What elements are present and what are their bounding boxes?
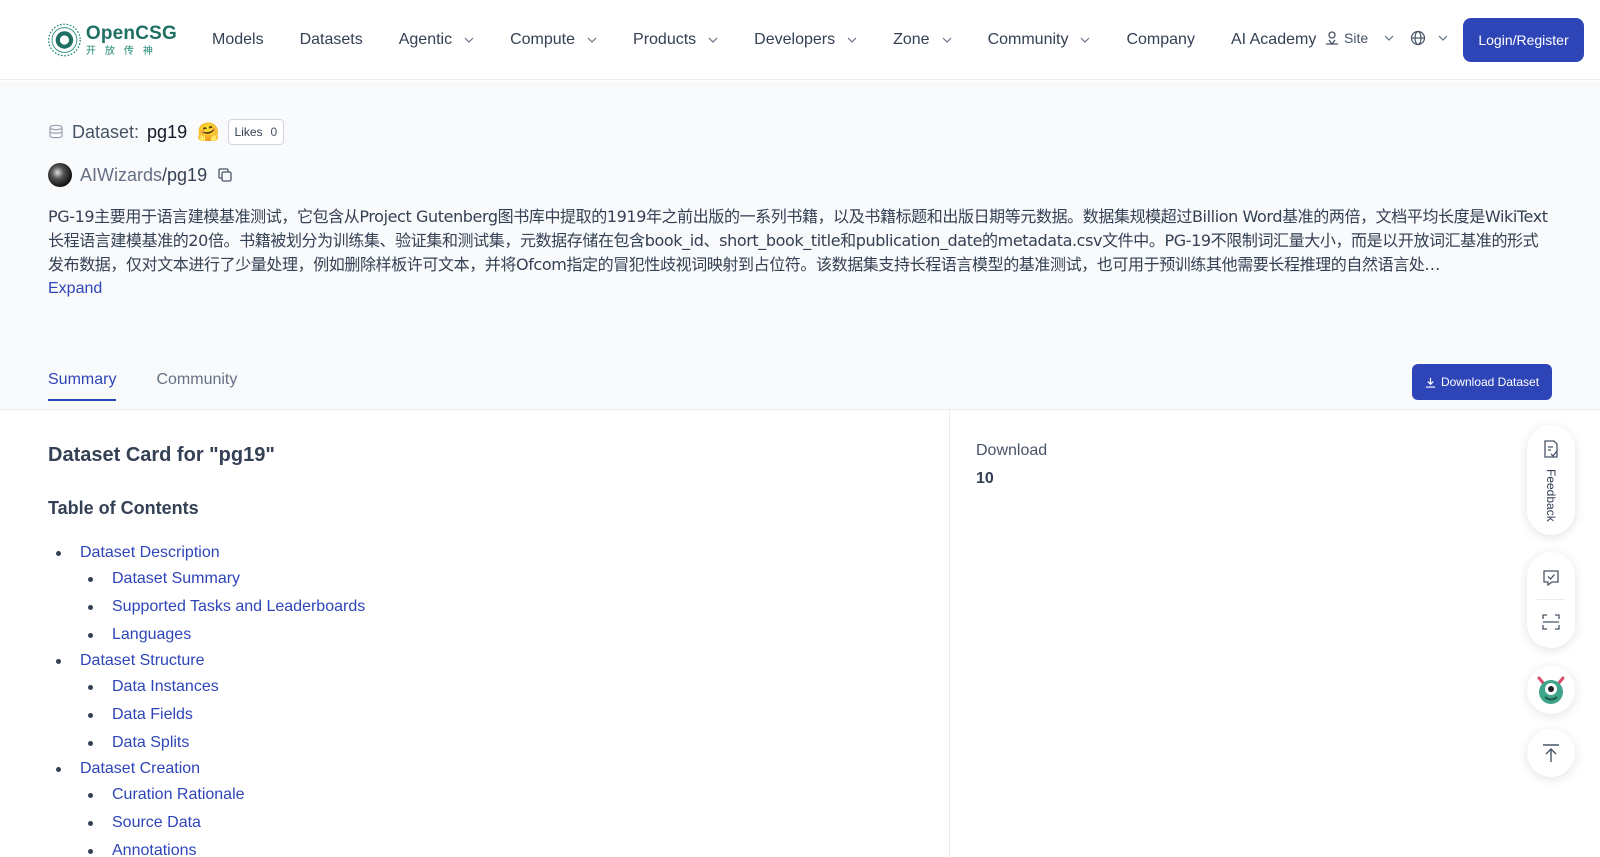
likes-label: Likes — [234, 125, 263, 139]
toc-link[interactable]: Annotations — [87, 837, 365, 857]
site-label: Site — [1344, 30, 1369, 46]
chevron-down-icon — [1384, 35, 1394, 41]
nav-item-label: AI Academy — [1230, 31, 1317, 48]
message-check-icon[interactable] — [1541, 568, 1561, 588]
download-stats: Download 10 — [976, 442, 1047, 488]
hugging-face-icon: 🤗 — [197, 121, 220, 142]
toc-link[interactable]: Data Instances — [87, 673, 365, 701]
nav-item-company[interactable]: Company — [1126, 31, 1194, 49]
nav-item-developers[interactable]: Developers — [754, 31, 857, 49]
nav-item-community[interactable]: Community — [988, 31, 1091, 49]
main-nav: Models Datasets Agentic Compute Products Deve… — [212, 0, 1352, 80]
chevron-down-icon — [1081, 37, 1090, 43]
dataset-description: PG-19主要用于语言建模基准测试，它包含从Project Gutenberg图… — [48, 207, 1548, 274]
dataset-type-label: Dataset: — [72, 121, 140, 142]
table-of-contents: Dataset Description Dataset Summary Suppor… — [55, 541, 365, 857]
toc-link[interactable]: Curation Rationale — [87, 781, 365, 809]
dataset-card: Dataset Card for "pg19" Table of Content… — [0, 410, 950, 857]
toc-link[interactable]: Languages — [87, 621, 365, 649]
nav-item-label: Agentic — [398, 31, 453, 48]
opencsg-logo[interactable]: OpenCSG 开放传神 — [47, 18, 177, 62]
nav-item-ai-academy[interactable]: AI Academy — [1231, 31, 1316, 49]
chevron-down-icon — [708, 37, 718, 43]
login-register-button[interactable]: Login/Register — [1463, 18, 1584, 62]
mascot-icon — [1537, 676, 1565, 704]
download-label: Download — [976, 442, 1048, 459]
chevron-down-icon — [464, 37, 474, 43]
owner-row: AIWizards / pg19 — [48, 162, 233, 188]
scan-icon[interactable] — [1541, 612, 1561, 632]
feedback-label: Feedback — [1544, 469, 1558, 522]
toc-link[interactable]: Dataset Summary — [87, 565, 365, 593]
download-count: 10 — [976, 470, 994, 487]
download-icon — [1425, 377, 1436, 388]
nav-item-models[interactable]: Models — [212, 31, 264, 49]
dataset-header: Dataset: pg19 🤗 Likes 0 AIWizards / pg19… — [0, 81, 1600, 410]
dataset-title-row: Dataset: pg19 🤗 Likes 0 — [48, 119, 285, 145]
toc-link[interactable]: Dataset Description — [55, 541, 365, 565]
nav-item-zone[interactable]: Zone — [893, 31, 951, 49]
tab-community[interactable]: Community — [156, 371, 237, 401]
nav-item-products[interactable]: Products — [633, 31, 718, 49]
chevron-down-icon — [942, 37, 951, 43]
toc-link[interactable]: Supported Tasks and Leaderboards — [87, 593, 365, 621]
download-dataset-button[interactable]: Download Dataset — [1412, 364, 1552, 400]
site-selector[interactable]: Site — [1324, 30, 1398, 46]
likes-count: 0 — [270, 125, 278, 139]
arrow-up-icon — [1543, 744, 1559, 762]
expand-link[interactable]: Expand — [48, 277, 102, 301]
tools-panel — [1527, 552, 1575, 648]
owner-link[interactable]: AIWizards — [80, 165, 162, 186]
card-title: Dataset Card for "pg19" — [48, 444, 275, 466]
divider — [1537, 599, 1565, 601]
nav-item-agentic[interactable]: Agentic — [399, 31, 474, 49]
back-to-top-button[interactable] — [1527, 729, 1575, 777]
toc-link[interactable]: Data Fields — [87, 701, 365, 729]
nav-item-label: Products — [633, 31, 697, 48]
dataset-name: pg19 — [147, 121, 188, 142]
brand-name: OpenCSG — [85, 22, 177, 44]
nav-item-datasets[interactable]: Datasets — [300, 31, 363, 49]
likes-button[interactable]: Likes 0 — [227, 119, 285, 145]
chevron-down-icon — [847, 37, 857, 43]
assistant-mascot-button[interactable] — [1527, 666, 1575, 714]
nav-item-label: Developers — [754, 31, 836, 48]
nav-item-label: Models — [212, 31, 264, 48]
nav-item-label: Compute — [510, 31, 576, 48]
site-icon — [1326, 31, 1338, 46]
tab-summary[interactable]: Summary — [48, 371, 117, 401]
top-header: OpenCSG 开放传神 Models Datasets Agentic Comput… — [0, 0, 1600, 80]
nav-item-compute[interactable]: Compute — [510, 31, 597, 49]
toc-link[interactable]: Source Data — [87, 809, 365, 837]
nav-item-label: Datasets — [299, 31, 363, 48]
feedback-icon — [1544, 440, 1558, 458]
repo-name: pg19 — [167, 164, 208, 185]
toc-link[interactable]: Dataset Creation — [55, 757, 365, 781]
nav-item-label: Company — [1126, 31, 1195, 48]
nav-item-label: Community — [987, 31, 1069, 48]
language-selector[interactable] — [1410, 30, 1448, 46]
database-icon — [49, 124, 63, 139]
toc-link[interactable]: Data Splits — [87, 729, 365, 757]
logo-mark-icon — [48, 23, 81, 57]
feedback-button[interactable]: Feedback — [1527, 425, 1575, 535]
download-dataset-label: Download Dataset — [1440, 375, 1540, 389]
globe-icon — [1410, 30, 1426, 46]
brand-subtitle: 开放传神 — [85, 45, 162, 57]
toc-title: Table of Contents — [48, 498, 199, 518]
chevron-down-icon — [1438, 35, 1448, 41]
chevron-down-icon — [587, 37, 597, 43]
copy-icon[interactable] — [217, 167, 233, 183]
nav-item-label: Zone — [893, 31, 930, 48]
owner-avatar[interactable] — [48, 163, 72, 187]
dataset-tabs: Summary Community — [48, 371, 277, 401]
toc-link[interactable]: Dataset Structure — [55, 649, 365, 673]
